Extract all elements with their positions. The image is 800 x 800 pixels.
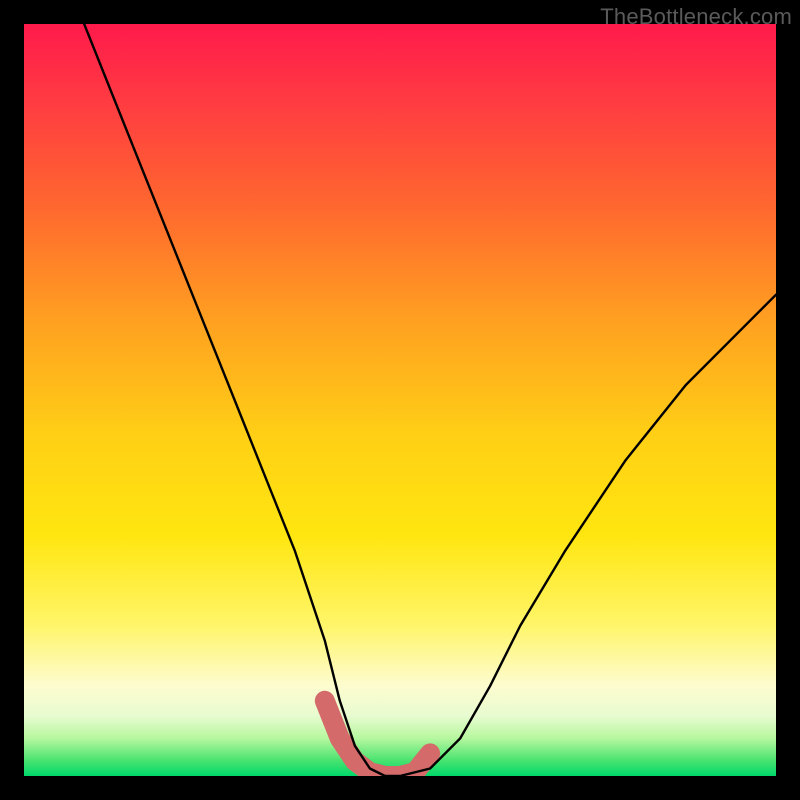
plot-area [24, 24, 776, 776]
watermark-text: TheBottleneck.com [600, 4, 792, 30]
chart-svg [24, 24, 776, 776]
bottleneck-curve [84, 24, 776, 776]
chart-frame: TheBottleneck.com [0, 0, 800, 800]
valley-highlight [325, 701, 430, 776]
